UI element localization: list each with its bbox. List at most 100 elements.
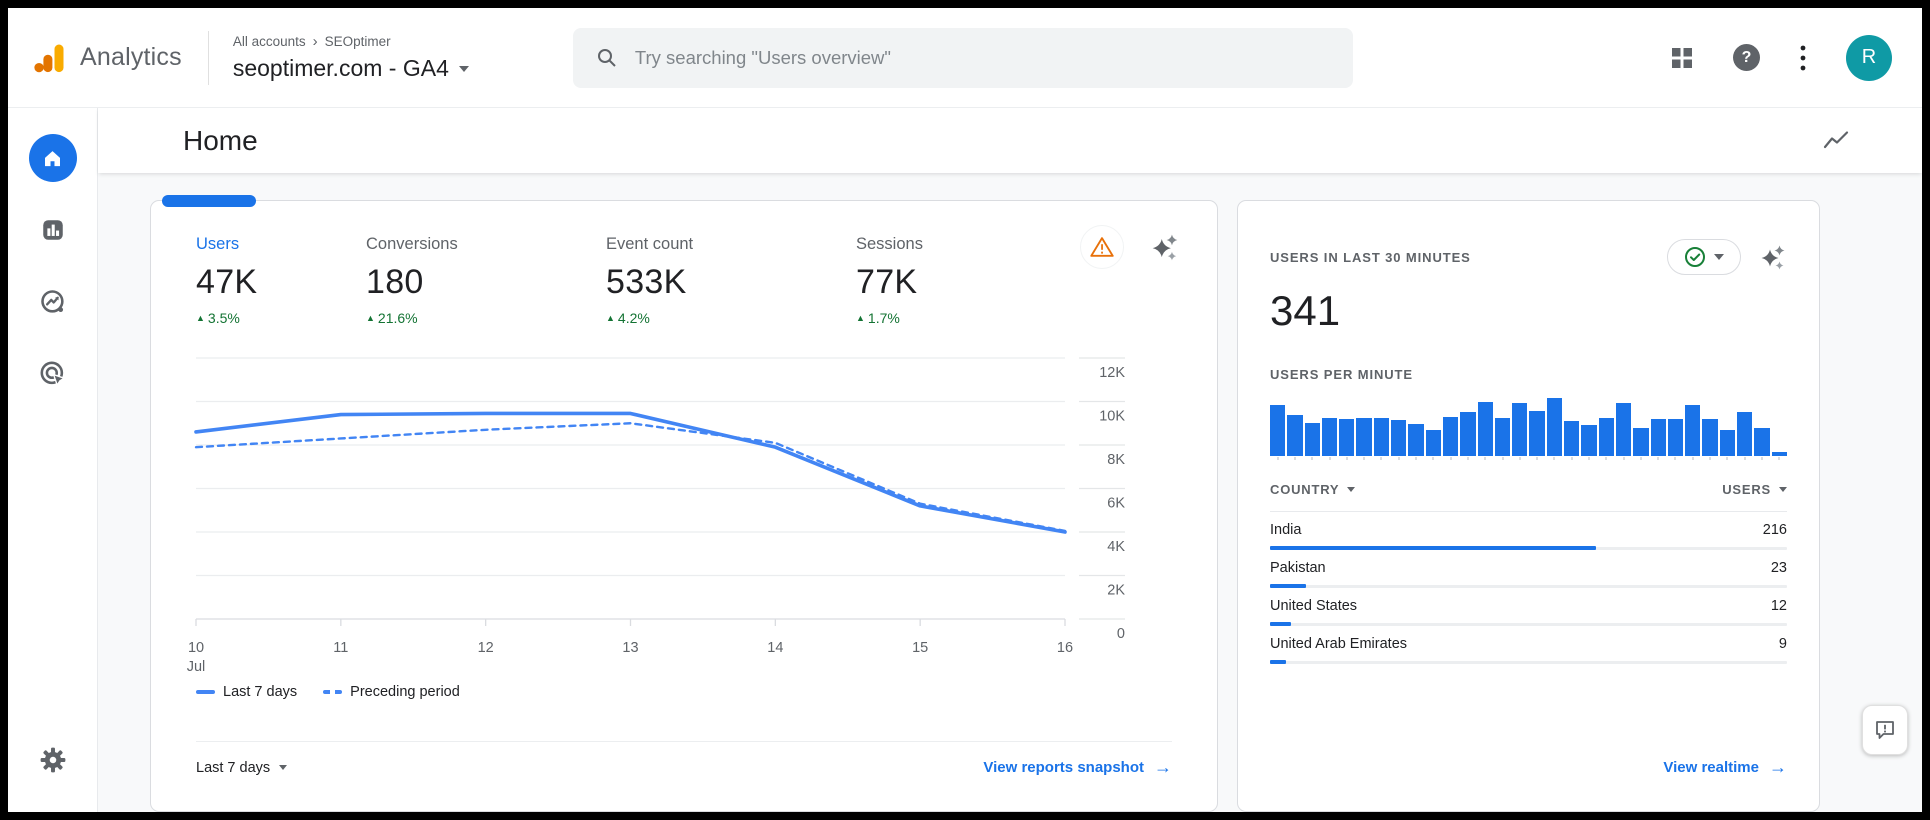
sidebar-item-explore[interactable] (29, 278, 77, 326)
minute-bar (1478, 402, 1493, 456)
legend-item: Last 7 days (196, 684, 297, 700)
minute-bar (1581, 425, 1596, 456)
help-icon: ? (1733, 44, 1760, 71)
minute-bar (1460, 412, 1475, 456)
header-actions: ? R (1671, 35, 1922, 81)
country-name: India (1270, 522, 1301, 538)
minute-bar (1443, 417, 1458, 456)
metric-delta: ▲ 4.2% (606, 310, 856, 326)
svg-text:14: 14 (767, 640, 783, 656)
country-name: United Arab Emirates (1270, 636, 1407, 652)
date-range-selector[interactable]: Last 7 days (196, 760, 287, 776)
users-column-header[interactable]: USERS (1722, 482, 1787, 497)
minute-bar (1374, 418, 1389, 456)
legend-swatch-icon (323, 690, 342, 694)
search-input[interactable]: Try searching "Users overview" (573, 28, 1353, 88)
metric-delta-value: 4.2% (618, 310, 650, 326)
metric-delta-value: 21.6% (378, 310, 418, 326)
view-realtime-link[interactable]: View realtime → (1663, 757, 1787, 778)
apps-grid-icon (1671, 47, 1693, 69)
insights-button[interactable] (1822, 129, 1850, 153)
breadcrumb-separator: › (313, 33, 318, 50)
country-row[interactable]: United Arab Emirates 9 (1270, 626, 1787, 664)
search-icon (595, 46, 619, 70)
country-users: 216 (1763, 522, 1787, 538)
users-line-chart: 02K4K6K8K10K12K10Jul111213141516 (196, 358, 1172, 676)
avatar[interactable]: R (1846, 35, 1892, 81)
minute-bar (1426, 430, 1441, 456)
insights-sparkle-button[interactable] (1150, 232, 1180, 262)
metric-tab[interactable]: Conversions 180 ▲ 21.6% (366, 235, 606, 326)
minute-bar (1599, 418, 1614, 456)
metric-tab[interactable]: Sessions 77K ▲ 1.7% (856, 235, 923, 326)
minute-bar (1322, 418, 1337, 456)
google-apps-button[interactable] (1671, 47, 1693, 69)
property-selector[interactable]: seoptimer.com - GA4 (233, 55, 469, 82)
realtime-status-dropdown[interactable] (1667, 239, 1741, 275)
users-per-minute-chart (1270, 396, 1787, 456)
country-column-label: COUNTRY (1270, 482, 1339, 497)
sidebar-item-advertising[interactable] (29, 350, 77, 398)
data-warning-button[interactable] (1080, 225, 1124, 269)
sparkle-icon (1759, 243, 1787, 271)
brand-name: Analytics (80, 43, 182, 72)
analytics-logo[interactable]: Analytics (32, 40, 182, 76)
minute-bar (1270, 405, 1285, 456)
users-per-minute-label: USERS PER MINUTE (1270, 367, 1787, 382)
main-area: Home Users 47K ▲ 3.5% (98, 108, 1922, 812)
metric-tab[interactable]: Event count 533K ▲ 4.2% (606, 235, 856, 326)
country-users: 23 (1771, 560, 1787, 576)
metric-delta: ▲ 3.5% (196, 310, 366, 326)
realtime-footer: View realtime → (1270, 757, 1787, 778)
breadcrumb-account[interactable]: SEOptimer (325, 34, 391, 49)
breadcrumb[interactable]: All accounts › SEOptimer (233, 33, 469, 50)
property-block: All accounts › SEOptimer seoptimer.com -… (233, 33, 469, 82)
minute-bar (1616, 403, 1631, 456)
overview-card: Users 47K ▲ 3.5% Conversions 180 ▲ 21.6%… (150, 200, 1218, 812)
country-row[interactable]: India 216 (1270, 512, 1787, 550)
metric-delta-value: 1.7% (868, 310, 900, 326)
minute-bar (1702, 419, 1717, 456)
metric-label: Sessions (856, 235, 923, 254)
metric-delta: ▲ 1.7% (856, 310, 923, 326)
bar-ticks (1270, 457, 1787, 460)
metric-delta: ▲ 21.6% (366, 310, 606, 326)
users-column-label: USERS (1722, 482, 1771, 497)
legend-label: Preceding period (350, 684, 460, 700)
minute-bar (1754, 428, 1769, 456)
minute-bar (1529, 411, 1544, 456)
metric-value: 47K (196, 263, 366, 302)
svg-text:Jul: Jul (187, 659, 206, 675)
minute-bar (1564, 421, 1579, 456)
admin-settings-button[interactable] (8, 746, 97, 774)
svg-text:10: 10 (188, 640, 204, 656)
sidebar-item-reports[interactable] (29, 206, 77, 254)
svg-text:13: 13 (622, 640, 638, 656)
minute-bar (1287, 415, 1302, 456)
help-button[interactable]: ? (1733, 44, 1760, 71)
country-row[interactable]: United States 12 (1270, 588, 1787, 626)
view-reports-snapshot-link[interactable]: View reports snapshot → (983, 757, 1172, 778)
explore-icon (39, 288, 67, 316)
realtime-header: USERS IN LAST 30 MINUTES (1270, 201, 1787, 275)
feedback-button[interactable] (1862, 705, 1908, 755)
breadcrumb-account-level[interactable]: All accounts (233, 34, 306, 49)
legend-item: Preceding period (323, 684, 460, 700)
country-name: United States (1270, 598, 1357, 614)
svg-text:6K: 6K (1107, 496, 1125, 512)
country-bar-track (1270, 661, 1787, 664)
country-table: COUNTRY USERS India 216 (1270, 482, 1787, 664)
realtime-sparkle-button[interactable] (1759, 243, 1787, 271)
left-sidebar (8, 108, 98, 812)
realtime-card: USERS IN LAST 30 MINUTES (1237, 200, 1820, 812)
minute-bar (1391, 420, 1406, 456)
country-column-header[interactable]: COUNTRY (1270, 482, 1355, 497)
minute-bar (1668, 419, 1683, 456)
country-row[interactable]: Pakistan 23 (1270, 550, 1787, 588)
minute-bar (1547, 398, 1562, 456)
sidebar-item-home[interactable] (29, 134, 77, 182)
more-options-button[interactable] (1800, 45, 1806, 71)
metric-label: Event count (606, 235, 856, 254)
metric-tab[interactable]: Users 47K ▲ 3.5% (196, 235, 366, 326)
more-vert-icon (1800, 45, 1806, 71)
